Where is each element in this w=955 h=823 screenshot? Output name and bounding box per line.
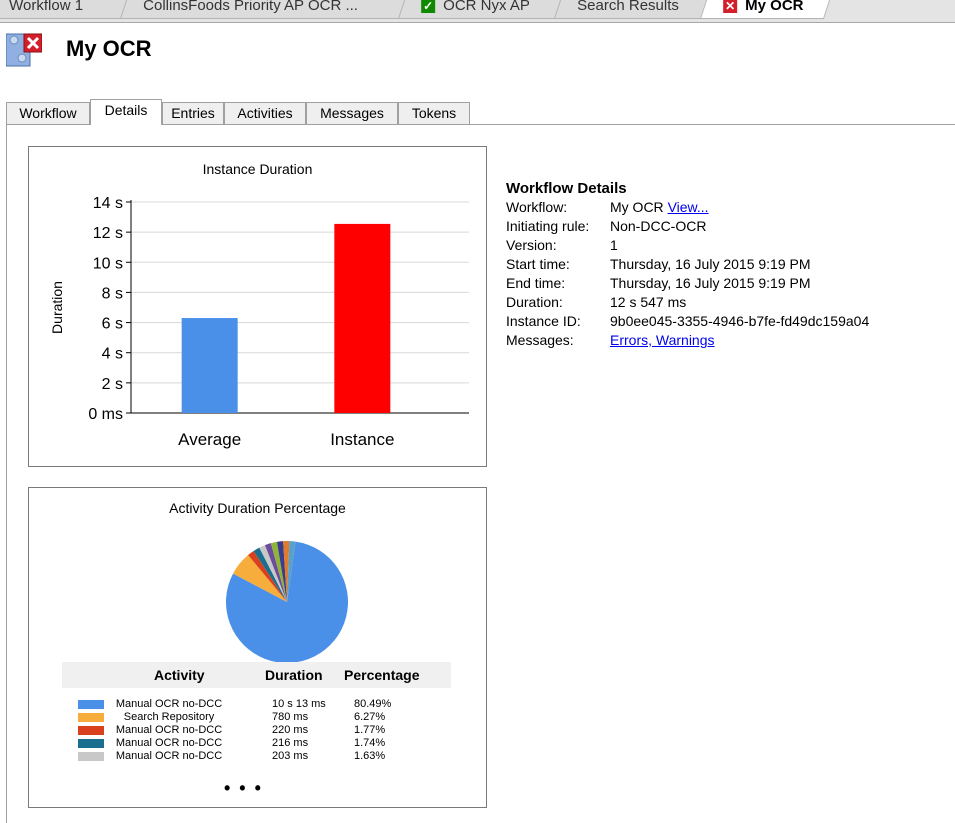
tab-details[interactable]: Details <box>90 99 162 125</box>
y-tick-label: 14 s <box>93 195 123 212</box>
table-row: Manual OCR no-DCC 216 ms 1.74% <box>62 737 451 750</box>
detail-value: Thursday, 16 July 2015 9:19 PM <box>610 275 811 291</box>
activity-duration: 216 ms <box>272 737 309 749</box>
detail-label: Messages: <box>506 332 574 348</box>
table-header: Activity Duration Percentage <box>62 662 451 688</box>
detail-value: 12 s 547 ms <box>610 294 687 310</box>
legend-swatch <box>78 752 104 761</box>
detail-row-instance-id: Instance ID: 9b0ee045-3355-4946-b7fe-fd4… <box>506 312 869 331</box>
activity-name: Search Repository <box>123 711 215 723</box>
doc-tab-search-results[interactable]: Search Results <box>553 0 713 19</box>
y-tick-label: 0 ms <box>88 406 123 423</box>
tab-messages[interactable]: Messages <box>306 102 398 124</box>
table-row: Search Repository 780 ms 6.27% <box>62 711 451 724</box>
column-header-percentage: Percentage <box>344 667 420 683</box>
activity-percentage: 6.27% <box>354 711 386 723</box>
doc-tab-ocr-nyx-ap[interactable]: ✓ OCR Nyx AP <box>397 0 567 19</box>
column-header-duration: Duration <box>265 667 323 683</box>
legend-swatch <box>78 713 104 722</box>
doc-tab-label: Workflow 1 <box>9 0 84 14</box>
activity-name: Manual OCR no-DCC <box>115 698 223 710</box>
y-tick-label: 12 s <box>93 225 123 242</box>
x-tick-label: Average <box>178 430 241 449</box>
document-tab-strip: Workflow 1 CollinsFoods Priority AP OCR … <box>0 0 955 23</box>
y-tick-label: 8 s <box>102 285 123 302</box>
detail-label: Instance ID: <box>506 313 581 329</box>
detail-label: Initiating rule: <box>506 218 590 234</box>
y-tick-label: 2 s <box>102 376 123 393</box>
detail-value: 9b0ee045-3355-4946-b7fe-fd49dc159a04 <box>610 313 870 329</box>
detail-value: 1 <box>610 237 618 253</box>
activity-percentage: 1.74% <box>354 737 386 749</box>
doc-tab-workflow-1[interactable]: Workflow 1 <box>0 0 133 19</box>
detail-value: My OCR <box>610 199 664 215</box>
detail-label: Workflow: <box>506 199 568 215</box>
more-rows-indicator: • • • <box>224 778 263 798</box>
activity-duration: 220 ms <box>272 724 309 736</box>
detail-row-version: Version: 1 <box>506 236 627 255</box>
chart-title: Activity Duration Percentage <box>169 500 346 516</box>
detail-row-initiating-rule: Initiating rule: Non-DCC-OCR <box>506 217 706 236</box>
workflow-details: Workflow Details Workflow: My OCR View..… <box>506 180 869 350</box>
doc-tab-label: OCR Nyx AP <box>443 0 530 14</box>
x-tick-label: Instance <box>330 430 394 449</box>
detail-label: Duration: <box>506 294 563 310</box>
detail-row-messages: Messages: Errors, Warnings <box>506 331 715 350</box>
activity-duration: 780 ms <box>272 711 309 723</box>
legend-swatch <box>78 700 104 709</box>
legend-swatch <box>78 726 104 735</box>
doc-tab-label: CollinsFoods Priority AP OCR ... <box>143 0 358 14</box>
detail-row-duration: Duration: 12 s 547 ms <box>506 293 686 312</box>
doc-tab-my-ocr[interactable]: ✕ My OCR <box>699 0 833 19</box>
y-tick-label: 10 s <box>93 255 123 272</box>
activity-percentage: 80.49% <box>354 698 392 710</box>
detail-row-start-time: Start time: Thursday, 16 July 2015 9:19 … <box>506 255 811 274</box>
close-icon: ✕ <box>723 0 738 14</box>
tab-workflow[interactable]: Workflow <box>6 102 90 124</box>
table-row: Manual OCR no-DCC 220 ms 1.77% <box>62 724 451 737</box>
doc-tab-label: Search Results <box>577 0 679 14</box>
activity-duration: 10 s 13 ms <box>272 698 326 710</box>
y-tick-label: 4 s <box>102 346 123 363</box>
detail-row-end-time: End time: Thursday, 16 July 2015 9:19 PM <box>506 274 811 293</box>
tab-entries[interactable]: Entries <box>162 102 224 124</box>
activity-percentage: 1.77% <box>354 724 386 736</box>
activity-duration: 203 ms <box>272 750 309 762</box>
tab-activities[interactable]: Activities <box>224 102 306 124</box>
workflow-instance-icon <box>6 33 42 67</box>
activity-name: Manual OCR no-DCC <box>115 737 223 749</box>
bar-instance <box>334 223 391 413</box>
activity-name: Manual OCR no-DCC <box>115 724 223 736</box>
y-tick-label: 6 s <box>102 316 123 333</box>
y-axis-label: Duration <box>49 281 65 334</box>
detail-label: Start time: <box>506 256 570 272</box>
activity-percentage: 1.63% <box>354 750 386 762</box>
errors-warnings-link[interactable]: Errors, Warnings <box>610 332 715 348</box>
activity-duration-pie <box>225 541 348 663</box>
legend-swatch <box>78 739 104 748</box>
activity-name: Manual OCR no-DCC <box>115 750 223 762</box>
doc-tab-collinsfoods[interactable]: CollinsFoods Priority AP OCR ... <box>119 0 411 19</box>
tab-tokens[interactable]: Tokens <box>398 102 470 124</box>
instance-duration-chart: 14 s 12 s 10 s 8 s 6 s 4 s 2 s 0 ms Duration Aver… <box>49 195 469 449</box>
detail-row-workflow: Workflow: My OCR View... <box>506 198 709 217</box>
details-heading: Workflow Details <box>506 180 627 197</box>
check-icon: ✓ <box>421 0 436 14</box>
detail-value: Non-DCC-OCR <box>610 218 707 234</box>
instance-duration-chart-panel: Instance Duration 14 s 12 s 10 s 8 s 6 s 4 s 2… <box>28 146 487 467</box>
detail-label: End time: <box>506 275 566 291</box>
bar-average <box>181 318 238 413</box>
activity-duration-table: Activity Duration Percentage Manual OCR … <box>62 662 451 763</box>
detail-label: Version: <box>506 237 557 253</box>
table-row: Manual OCR no-DCC 203 ms 1.63% <box>62 750 451 763</box>
view-workflow-link[interactable]: View... <box>668 199 709 215</box>
table-row: Manual OCR no-DCC 10 s 13 ms 80.49% <box>62 698 451 711</box>
detail-value: Thursday, 16 July 2015 9:19 PM <box>610 256 811 272</box>
column-header-activity: Activity <box>154 667 205 683</box>
page-title: My OCR <box>66 36 152 61</box>
doc-tab-label: My OCR <box>745 0 804 14</box>
